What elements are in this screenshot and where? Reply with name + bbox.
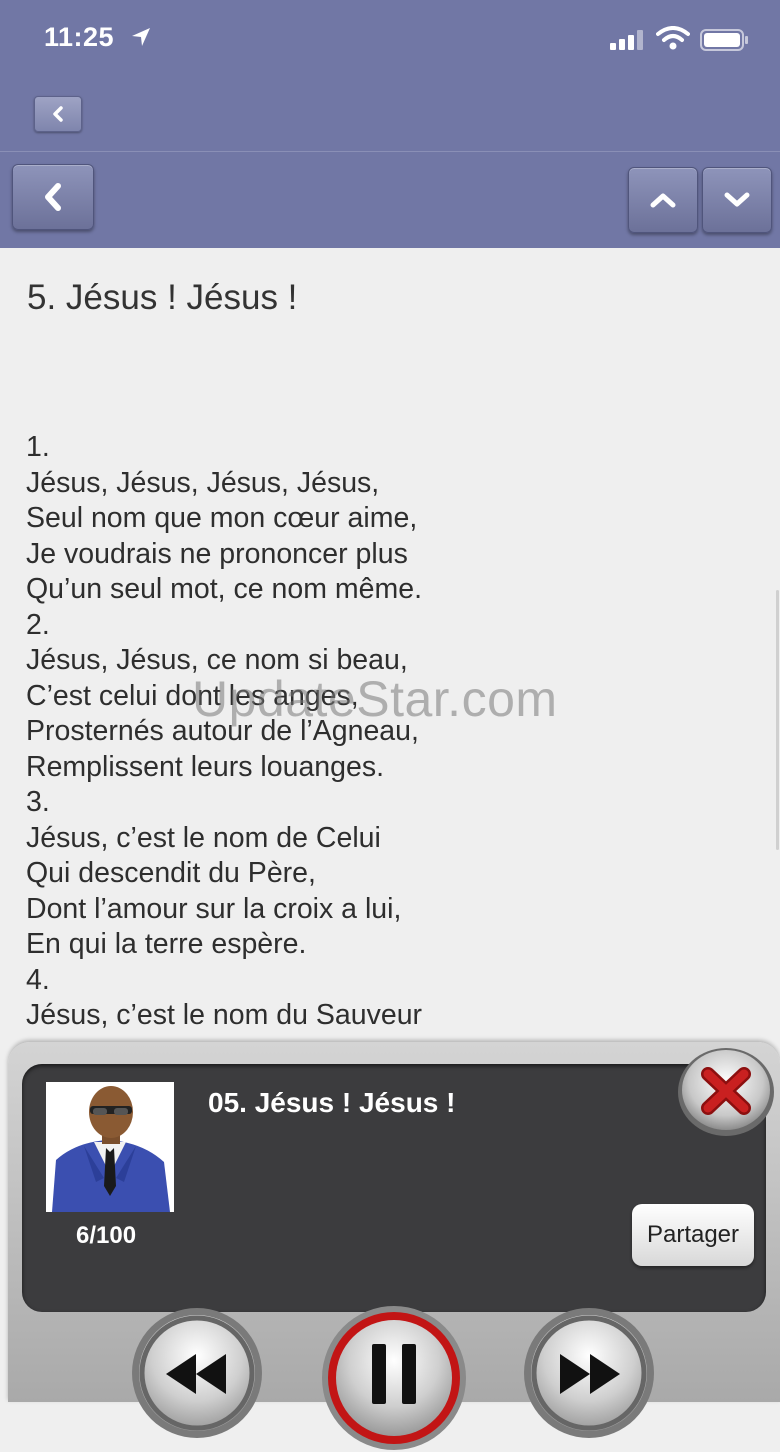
fast-forward-button[interactable]	[522, 1306, 656, 1440]
location-arrow-icon	[132, 28, 150, 46]
signal-icon	[610, 30, 643, 50]
previous-song-button[interactable]	[628, 167, 698, 233]
lyric-line: 3.	[26, 786, 50, 818]
artist-photo	[46, 1082, 174, 1212]
lyric-line: 1.	[26, 431, 50, 463]
lyric-line: Remplissent leurs louanges.	[26, 750, 385, 783]
app-back-button[interactable]	[34, 96, 82, 132]
chevron-left-icon	[53, 106, 63, 122]
lyric-line: Seul nom que mon cœur aime,	[26, 502, 418, 534]
lyric-line: Jésus, c’est le nom du Sauveur	[26, 999, 423, 1031]
lyric-line: Qui descendit du Père,	[26, 857, 316, 889]
track-counter: 6/100	[76, 1222, 137, 1249]
nav-divider	[0, 151, 780, 152]
song-title: 5. Jésus ! Jésus !	[27, 278, 298, 317]
lyric-line: Jésus, Jésus, Jésus, Jésus,	[26, 466, 380, 499]
rewind-button[interactable]	[130, 1306, 264, 1440]
battery-icon	[700, 29, 748, 51]
lyric-line: Dont l’amour sur la croix a lui,	[26, 892, 402, 925]
pause-button[interactable]	[320, 1304, 468, 1452]
next-song-button[interactable]	[702, 167, 772, 233]
watermark: UpdateStar.com	[192, 671, 558, 727]
lyric-line: En qui la terre espère.	[26, 928, 307, 960]
lyrics: 1. Jésus, Jésus, Jésus, Jésus, Seul nom qu…	[26, 430, 726, 1034]
wifi-icon	[656, 26, 690, 50]
back-button[interactable]	[12, 164, 94, 230]
lyric-line: Qu’un seul mot, ce nom même.	[26, 573, 422, 605]
close-player-button[interactable]	[670, 1044, 776, 1140]
lyric-line: Jésus, c’est le nom de Celui	[26, 821, 381, 854]
status-bar: 11:25	[0, 0, 780, 80]
lyric-line: Je voudrais ne prononcer plus	[26, 537, 408, 570]
top-bar: 11:25	[0, 0, 780, 248]
chevron-left-icon	[45, 183, 61, 211]
track-title: 05. Jésus ! Jésus !	[208, 1087, 456, 1118]
scrollbar[interactable]	[776, 590, 779, 850]
share-button[interactable]: Partager	[632, 1204, 754, 1266]
status-time: 11:25	[44, 22, 115, 52]
lyric-line: 4.	[26, 963, 50, 996]
lyric-line: 2.	[26, 608, 50, 641]
chevron-down-icon	[724, 192, 750, 207]
chevron-up-icon	[650, 193, 676, 208]
